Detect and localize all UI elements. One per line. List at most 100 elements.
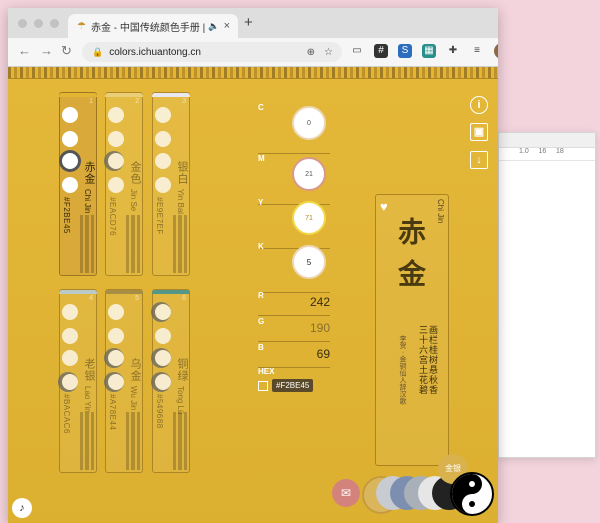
tab-title: 赤金 - 中国传统颜色手册 | C bbox=[90, 22, 209, 34]
lock-icon: 🔒 bbox=[92, 46, 104, 57]
cmyk-knob-m bbox=[108, 131, 124, 147]
heart-icon[interactable]: ♥ bbox=[380, 199, 388, 214]
card-pinyin: Wu Jin bbox=[129, 386, 138, 411]
minimize-window-button[interactable] bbox=[34, 19, 43, 28]
card-color-name: 老银 bbox=[83, 358, 95, 382]
cmyk-knob-c bbox=[155, 107, 171, 123]
blue-extension-icon[interactable]: S bbox=[398, 44, 412, 58]
background-document-window: 1.0 16 18 bbox=[498, 132, 596, 458]
cmyk-knob-y bbox=[108, 153, 124, 169]
card-color-name: 银白 bbox=[176, 161, 188, 185]
cmyk-knob-m bbox=[108, 328, 124, 344]
camera-extension-icon[interactable]: ▭ bbox=[350, 44, 364, 58]
puzzle-extensions-icon[interactable]: ✚ bbox=[446, 44, 460, 58]
cmyk-value: 5 bbox=[306, 257, 312, 267]
cmyk-c-dial[interactable]: 0 bbox=[292, 106, 326, 140]
card-number: 4 bbox=[89, 295, 93, 302]
hex-value[interactable]: #F2BE45 bbox=[272, 379, 314, 392]
card-color-name: 金色 bbox=[129, 161, 141, 185]
cmyk-y-dial[interactable]: 71 bbox=[292, 201, 326, 235]
cmyk-knob-c bbox=[155, 304, 171, 320]
color-card-chijin[interactable]: 1 赤金 Chi Jin #F2BE45 bbox=[59, 92, 97, 276]
detail-color-name: 赤金 bbox=[394, 217, 427, 301]
color-card-laoyin[interactable]: 4 老银 Lao Yin #BACAC6 bbox=[59, 289, 97, 473]
active-tab[interactable]: ☂ 赤金 - 中国传统颜色手册 | C 🔈 × bbox=[68, 14, 238, 38]
download-icon[interactable]: ↓ bbox=[470, 151, 488, 169]
cmyk-k-dial[interactable]: 5 bbox=[292, 245, 326, 279]
cmyk-knob-y bbox=[108, 350, 124, 366]
card-hex: #549688 bbox=[155, 394, 164, 429]
card-pinyin: Yin Bai bbox=[176, 189, 185, 215]
card-number: 5 bbox=[135, 295, 139, 302]
rgb-value: 242 bbox=[309, 295, 330, 309]
card-pinyin: Chi Jin bbox=[83, 189, 92, 214]
rgb-bars bbox=[80, 412, 94, 470]
cmyk-knob-y bbox=[62, 350, 78, 366]
copy-icon[interactable] bbox=[258, 380, 268, 391]
speaker-icon[interactable]: 🔈 bbox=[208, 21, 219, 32]
close-window-button[interactable] bbox=[18, 19, 27, 28]
playlist-icon[interactable]: ≡ bbox=[470, 44, 484, 58]
hash-extension-icon[interactable]: # bbox=[374, 44, 388, 58]
card-hex: #BACAC6 bbox=[62, 394, 71, 434]
cmyk-knob-y bbox=[62, 153, 78, 169]
umbrella-favicon-icon: ☂ bbox=[77, 20, 86, 32]
image-icon[interactable]: ▣ bbox=[470, 123, 488, 141]
ruler-value: 1.0 bbox=[519, 148, 529, 155]
yin-yang-icon[interactable] bbox=[450, 472, 494, 516]
rgb-g-row: G 190 bbox=[258, 315, 330, 342]
cmyk-label: K bbox=[258, 242, 264, 251]
cmyk-label: M bbox=[258, 154, 265, 163]
card-color-name: 赤金 bbox=[83, 161, 95, 185]
cmyk-knob-y bbox=[155, 350, 171, 366]
detail-author: 李贺 · 金铜仙人辞汉歌 bbox=[399, 335, 406, 405]
zoom-window-button[interactable] bbox=[50, 19, 59, 28]
close-tab-icon[interactable]: × bbox=[224, 20, 230, 32]
back-arrow-icon[interactable]: ← bbox=[18, 43, 31, 58]
cmyk-knob-m bbox=[155, 328, 171, 344]
cmyk-knob-c bbox=[62, 304, 78, 320]
browser-window: ☂ 赤金 - 中国传统颜色手册 | C 🔈 × + ← → ↻ 🔒 colors… bbox=[8, 8, 498, 523]
rgb-bars bbox=[173, 215, 187, 273]
mail-icon[interactable]: ✉ bbox=[332, 479, 360, 507]
reload-icon[interactable]: ↻ bbox=[61, 43, 72, 59]
cmyk-c-slider[interactable]: C 0 bbox=[258, 103, 330, 154]
info-icon[interactable]: i bbox=[470, 96, 488, 114]
card-stripe bbox=[152, 93, 190, 97]
tab-strip: ☂ 赤金 - 中国传统颜色手册 | C 🔈 × + bbox=[8, 8, 498, 38]
detail-pinyin: Chi Jin bbox=[436, 199, 445, 224]
color-detail-card: ♥ Chi Jin 赤金 画栏桂树悬秋香 三十六宫土花碧 李贺 · 金铜仙人辞汉… bbox=[375, 194, 449, 466]
color-card-tonglv[interactable]: 6 铜绿 Tong Lü #549688 bbox=[152, 289, 190, 473]
url-field[interactable]: 🔒 colors.ichuantong.cn ⊕ ☆ bbox=[82, 42, 342, 62]
window-controls bbox=[18, 19, 59, 28]
card-hex: #F2BE45 bbox=[62, 197, 71, 234]
install-icon[interactable]: ⊕ bbox=[307, 47, 315, 58]
address-bar: ← → ↻ 🔒 colors.ichuantong.cn ⊕ ☆ ▭ # S ▦… bbox=[8, 38, 498, 67]
bookmark-star-icon[interactable]: ☆ bbox=[324, 47, 333, 58]
card-hex: #E9E7EF bbox=[155, 197, 164, 235]
forward-arrow-icon[interactable]: → bbox=[40, 43, 53, 58]
music-toggle-icon[interactable]: ♪ bbox=[12, 498, 32, 518]
palette-dock: ✉ 金银 bbox=[332, 454, 494, 516]
rgb-r-row: R 242 bbox=[258, 289, 330, 316]
rgb-bars bbox=[80, 215, 94, 273]
ruler-mark: 18 bbox=[556, 148, 564, 155]
document-toolbar bbox=[499, 133, 595, 148]
cmyk-m-dial[interactable]: 21 bbox=[292, 157, 326, 191]
cmyk-knob-m bbox=[155, 131, 171, 147]
color-card-jinse[interactable]: 2 金色 Jin Se #EACD76 bbox=[105, 92, 143, 276]
cmyk-knob-k bbox=[62, 177, 78, 193]
teal-extension-icon[interactable]: ▦ bbox=[422, 44, 436, 58]
rgb-bars bbox=[173, 412, 187, 470]
cmyk-label: C bbox=[258, 103, 264, 112]
new-tab-button[interactable]: + bbox=[244, 14, 253, 31]
profile-avatar[interactable] bbox=[494, 43, 498, 59]
card-hex: #A78E44 bbox=[108, 394, 117, 431]
color-card-yinbai[interactable]: 3 银白 Yin Bai #E9E7EF bbox=[152, 92, 190, 276]
card-stripe bbox=[152, 290, 190, 294]
card-number: 1 bbox=[89, 98, 93, 105]
color-card-wujin[interactable]: 5 乌金 Wu Jin #A78E44 bbox=[105, 289, 143, 473]
rgb-bars bbox=[126, 412, 140, 470]
cmyk-k-slider[interactable]: K 5 bbox=[258, 242, 330, 293]
hex-copy-field[interactable]: #F2BE45 bbox=[258, 379, 314, 392]
